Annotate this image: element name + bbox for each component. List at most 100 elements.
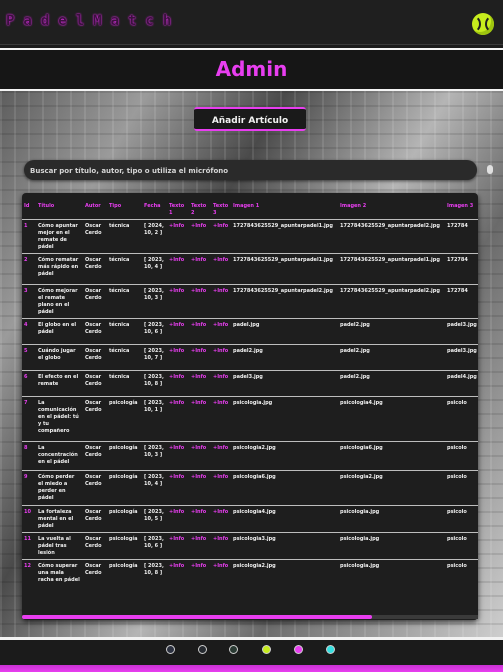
- table-cell: psicología: [107, 470, 142, 506]
- table-cell: [ 2023, 10, 3 ]: [142, 284, 167, 319]
- info-link[interactable]: +Info: [167, 253, 189, 285]
- table-row[interactable]: 5 Cuándo jugar el globo Oscar Cerdo técnica…: [22, 344, 478, 371]
- table-row[interactable]: 6 El efecto en el remate Oscar Cerdo técnic…: [22, 370, 478, 397]
- info-link[interactable]: +Info: [189, 253, 211, 285]
- info-link[interactable]: +Info: [167, 441, 189, 471]
- info-link[interactable]: +Info: [167, 505, 189, 533]
- info-link[interactable]: +Info: [189, 505, 211, 533]
- info-link[interactable]: +Info: [167, 559, 189, 596]
- microphone-icon[interactable]: [487, 165, 493, 174]
- theme-dot-pink[interactable]: [294, 645, 303, 654]
- table-cell: psicolo: [445, 559, 478, 596]
- info-link[interactable]: +Info: [189, 470, 211, 506]
- info-link[interactable]: +Info: [211, 344, 231, 371]
- table-cell: psicolo: [445, 532, 478, 560]
- info-link[interactable]: +Info: [211, 532, 231, 560]
- table-cell: Oscar Cerdo: [83, 559, 107, 596]
- table-cell: Cómo perder el miedo a perder en pádel: [36, 470, 83, 506]
- theme-dot-lime[interactable]: [262, 645, 271, 654]
- table-cell: Oscar Cerdo: [83, 344, 107, 371]
- info-link[interactable]: +Info: [189, 532, 211, 560]
- info-link[interactable]: +Info: [167, 318, 189, 345]
- table-cell: psicologia2.jpg: [338, 470, 445, 506]
- info-link[interactable]: +Info: [211, 441, 231, 471]
- theme-dot-dark-1[interactable]: [166, 645, 175, 654]
- info-link[interactable]: +Info: [211, 253, 231, 285]
- page-header: Admin: [0, 48, 503, 91]
- info-link[interactable]: +Info: [211, 470, 231, 506]
- table-cell: 1727843625529_apuntarpadel1.jpg: [231, 253, 338, 285]
- table-cell: [ 2023, 10, 5 ]: [142, 505, 167, 533]
- table-row[interactable]: 7 La comunicación en el pádel: tú y tu co…: [22, 396, 478, 442]
- padel-ball-icon[interactable]: [472, 13, 494, 35]
- info-link[interactable]: +Info: [189, 559, 211, 596]
- table-cell: psicologia4.jpg: [231, 505, 338, 533]
- add-article-button[interactable]: Añadir Artículo: [194, 107, 306, 131]
- table-cell: padel3.jpg: [445, 344, 478, 371]
- table-horizontal-scrollbar[interactable]: [22, 615, 478, 619]
- search-input[interactable]: [28, 162, 452, 180]
- table-cell: [ 2023, 10, 6 ]: [142, 532, 167, 560]
- info-link[interactable]: +Info: [189, 284, 211, 319]
- theme-dot-cyan[interactable]: [326, 645, 335, 654]
- info-link[interactable]: +Info: [189, 396, 211, 442]
- info-link[interactable]: +Info: [189, 219, 211, 254]
- table-cell: 172784: [445, 284, 478, 319]
- table-cell: Oscar Cerdo: [83, 532, 107, 560]
- info-link[interactable]: +Info: [211, 219, 231, 254]
- info-link[interactable]: +Info: [211, 370, 231, 397]
- info-link[interactable]: +Info: [189, 318, 211, 345]
- cell-id: 4: [22, 318, 36, 345]
- table-row[interactable]: 8 La concentración en el pádel Oscar Cerdo…: [22, 441, 478, 471]
- column-header: Imagen 2: [340, 203, 367, 209]
- theme-dot-dark-2[interactable]: [198, 645, 207, 654]
- info-link[interactable]: +Info: [167, 470, 189, 506]
- cell-id: 1: [22, 219, 36, 254]
- table-row[interactable]: 11 La vuelta al pádel tras lesión Oscar Ce…: [22, 532, 478, 560]
- table-cell: psicolo: [445, 470, 478, 506]
- info-link[interactable]: +Info: [211, 505, 231, 533]
- table-cell: La concentración en el pádel: [36, 441, 83, 471]
- table-cell: técnica: [107, 253, 142, 285]
- table-cell: La comunicación en el pádel: tú y tu com…: [36, 396, 83, 442]
- table-cell: Oscar Cerdo: [83, 505, 107, 533]
- table-row[interactable]: 12 Cómo superar una mala racha en pádel Os…: [22, 559, 478, 596]
- table-cell: padel2.jpg: [338, 344, 445, 371]
- info-link[interactable]: +Info: [189, 370, 211, 397]
- info-link[interactable]: +Info: [211, 396, 231, 442]
- search-bar: [24, 160, 493, 180]
- table-row[interactable]: 10 La fortaleza mental en el pádel Oscar C…: [22, 505, 478, 533]
- table-cell: [ 2023, 10, 8 ]: [142, 370, 167, 397]
- table-cell: Cómo apuntar mejor en el remate de pádel: [36, 219, 83, 254]
- column-header: Texto 3: [213, 203, 229, 216]
- theme-dot-dark-3[interactable]: [229, 645, 238, 654]
- table-row[interactable]: 3 Cómo mejorar el remate plano en el páde…: [22, 284, 478, 319]
- table-row[interactable]: 2 Cómo rematar más rápido en pádel Oscar C…: [22, 253, 478, 285]
- info-link[interactable]: +Info: [167, 532, 189, 560]
- table-cell: Cómo superar una mala racha en pádel: [36, 559, 83, 596]
- info-link[interactable]: +Info: [189, 441, 211, 471]
- info-link[interactable]: +Info: [211, 559, 231, 596]
- info-link[interactable]: +Info: [189, 344, 211, 371]
- info-link[interactable]: +Info: [167, 219, 189, 254]
- table-cell: psicolo: [445, 441, 478, 471]
- table-cell: técnica: [107, 219, 142, 254]
- scrollbar-thumb[interactable]: [22, 615, 372, 619]
- info-link[interactable]: +Info: [211, 318, 231, 345]
- info-link[interactable]: +Info: [167, 370, 189, 397]
- articles-table-card: Id Título Autor Tipo Fecha Texto 1 Texto 2 Text…: [22, 193, 478, 620]
- table-row[interactable]: 9 Cómo perder el miedo a perder en pádel O…: [22, 470, 478, 506]
- info-link[interactable]: +Info: [167, 284, 189, 319]
- table-cell: psicologia.jpg: [338, 559, 445, 596]
- cell-id: 5: [22, 344, 36, 371]
- info-link[interactable]: +Info: [167, 396, 189, 442]
- info-link[interactable]: +Info: [167, 344, 189, 371]
- info-link[interactable]: +Info: [211, 284, 231, 319]
- table-cell: [ 2024, 10, 2 ]: [142, 219, 167, 254]
- table-row[interactable]: 1 Cómo apuntar mejor en el remate de páde…: [22, 219, 478, 254]
- table-cell: Oscar Cerdo: [83, 253, 107, 285]
- brand-logo-text[interactable]: PadelMatch: [6, 13, 180, 29]
- footer-accent-bar: [0, 665, 503, 672]
- table-row[interactable]: 4 El globo en el pádel Oscar Cerdo técnica[…: [22, 318, 478, 345]
- table-cell: Oscar Cerdo: [83, 284, 107, 319]
